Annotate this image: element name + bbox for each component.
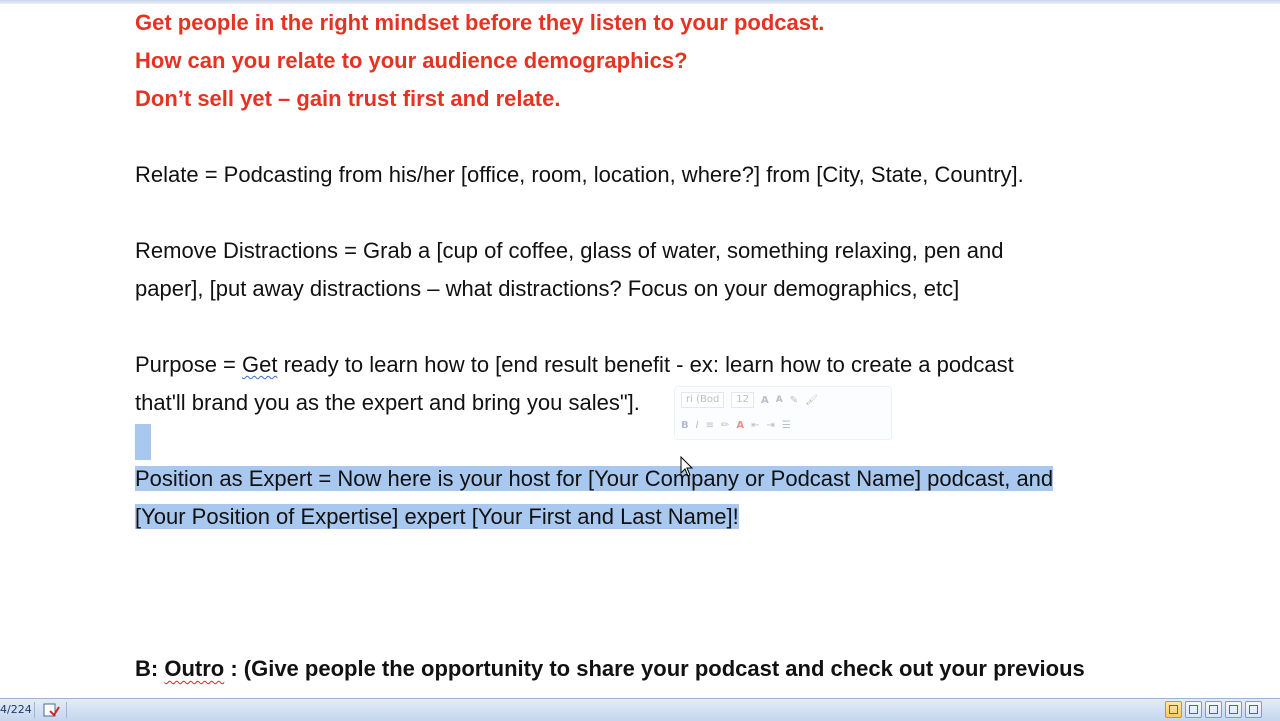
mini-formatting-toolbar[interactable]: ri (Bod 12 A A ✎ 🖌 B I ≡ ✏ A ⇤ ⇥ ☰ <box>674 386 892 440</box>
selected-empty-line <box>135 424 151 460</box>
outro-text: : (Give people the opportunity to share … <box>224 656 1085 681</box>
full-screen-reading-button[interactable] <box>1185 701 1202 718</box>
outro-prefix: B: <box>135 656 165 681</box>
document-page[interactable]: Get people in the right mindset before t… <box>0 4 1280 698</box>
font-size-box[interactable]: 12 <box>731 392 755 408</box>
position-line-2[interactable]: [Your Position of Expertise] expert [You… <box>135 498 739 536</box>
status-divider <box>66 702 67 718</box>
shrink-font-icon[interactable]: A <box>776 395 783 405</box>
mouse-cursor-icon <box>680 456 694 477</box>
draft-view-button[interactable] <box>1245 701 1262 718</box>
outro-heading: B: Outro : (Give people the opportunity … <box>135 650 1085 688</box>
selected-text[interactable]: [Your Position of Expertise] expert [You… <box>135 504 739 529</box>
increase-indent-icon[interactable]: ⇥ <box>767 420 775 431</box>
grammar-flagged-word[interactable]: Get <box>242 352 277 377</box>
style-icon[interactable]: ✎ <box>790 395 798 406</box>
page-count[interactable]: 4/224 <box>0 703 32 716</box>
position-line-1[interactable]: Position as Expert = Now here is your ho… <box>135 460 1054 498</box>
web-layout-button[interactable] <box>1205 701 1222 718</box>
purpose-line-1: Purpose = Get ready to learn how to [end… <box>135 346 1014 384</box>
bold-icon[interactable]: B <box>681 420 689 431</box>
remove-distractions-line-2: paper], [put away distractions – what di… <box>135 276 960 301</box>
status-bar: 4/224 <box>0 698 1280 721</box>
selected-text[interactable]: Position as Expert = Now here is your ho… <box>135 466 1054 491</box>
red-instruction-2: How can you relate to your audience demo… <box>135 48 688 73</box>
view-buttons <box>1165 701 1262 718</box>
print-layout-view-button[interactable] <box>1165 701 1182 718</box>
font-name-box[interactable]: ri (Bod <box>681 392 725 408</box>
proofing-icon[interactable] <box>42 701 60 719</box>
red-instruction-1: Get people in the right mindset before t… <box>135 10 825 35</box>
relate-paragraph: Relate = Podcasting from his/her [office… <box>135 162 1024 187</box>
bullets-icon[interactable]: ☰ <box>782 420 791 431</box>
font-color-icon[interactable]: A <box>736 420 744 431</box>
decrease-indent-icon[interactable]: ⇤ <box>751 420 759 431</box>
italic-icon[interactable]: I <box>696 420 699 431</box>
format-painter-icon[interactable]: 🖌 <box>805 395 818 406</box>
outline-view-button[interactable] <box>1225 701 1242 718</box>
purpose-line-2: that'll brand you as the expert and brin… <box>135 390 640 415</box>
purpose-label: Purpose = <box>135 352 243 377</box>
highlight-icon[interactable]: ✏ <box>721 420 729 431</box>
status-divider <box>34 702 35 718</box>
spelling-flagged-word[interactable]: Outro <box>164 656 224 681</box>
purpose-text: ready to learn how to [end result benefi… <box>277 352 1014 377</box>
grow-font-icon[interactable]: A <box>761 395 769 406</box>
red-instruction-3: Don’t sell yet – gain trust first and re… <box>135 86 561 111</box>
center-align-icon[interactable]: ≡ <box>706 420 714 431</box>
remove-distractions-line-1: Remove Distractions = Grab a [cup of cof… <box>135 238 1004 263</box>
